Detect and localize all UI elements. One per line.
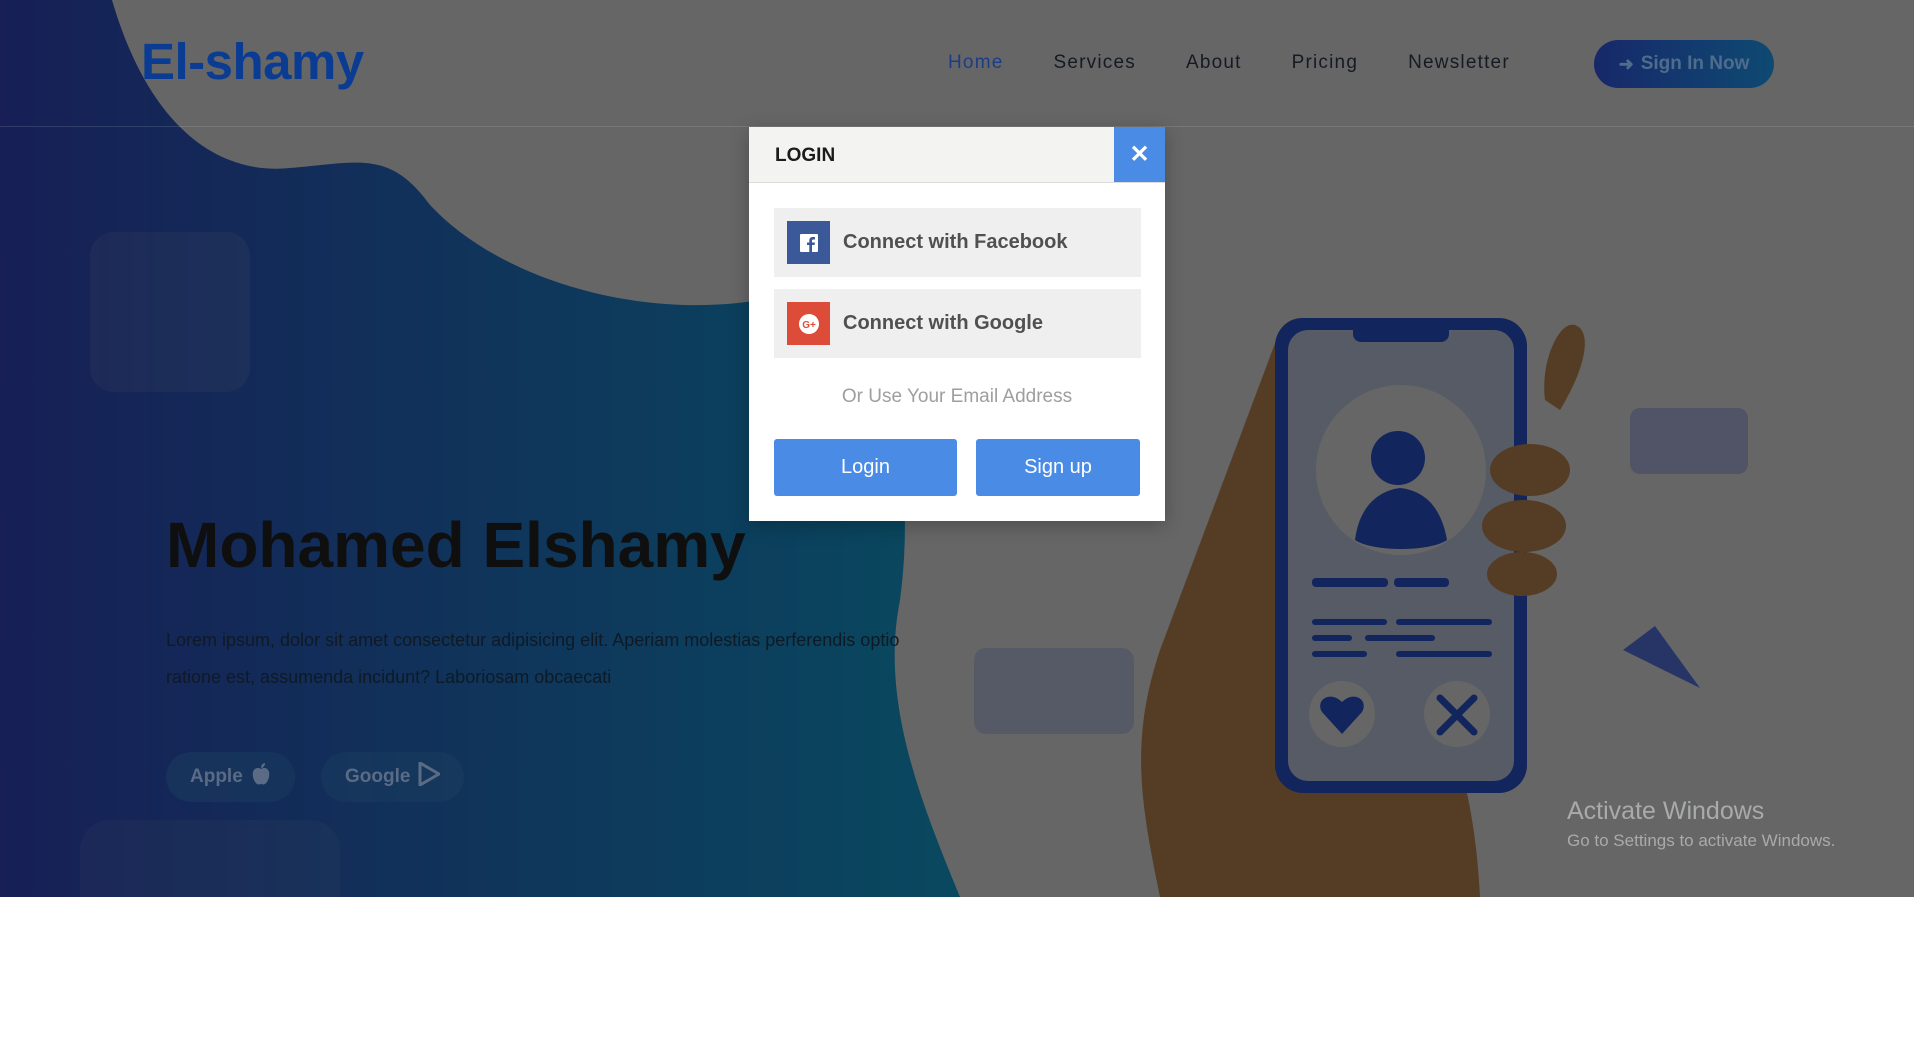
close-icon: ✕ xyxy=(1129,141,1150,168)
sign-in-icon: ➜ xyxy=(1618,53,1634,74)
signup-button[interactable]: Sign up xyxy=(976,439,1140,496)
nav-about-link[interactable]: About xyxy=(1186,52,1242,74)
sign-in-button[interactable]: ➜ Sign In Now xyxy=(1594,40,1774,88)
login-button[interactable]: Login xyxy=(774,439,957,496)
nav-services-link[interactable]: Services xyxy=(1053,52,1135,74)
modal-title: LOGIN xyxy=(775,145,836,166)
watermark-title: Activate Windows xyxy=(1567,797,1765,825)
nav-menu: Home Services About Pricing Newsletter xyxy=(948,52,1560,74)
modal-header: LOGIN ✕ xyxy=(749,127,1165,183)
top-navbar: El-shamy Home Services About Pricing New… xyxy=(0,0,1914,127)
email-option-text: Or Use Your Email Address xyxy=(841,386,1073,407)
svg-text:G+: G+ xyxy=(802,320,816,331)
google-play-label: Google xyxy=(345,766,411,787)
login-modal: LOGIN ✕ Connect with Facebook G+ Connect… xyxy=(749,127,1165,521)
sign-in-label: Sign In Now xyxy=(1640,53,1750,74)
nav-pricing-link[interactable]: Pricing xyxy=(1292,52,1358,74)
facebook-login-button[interactable]: Connect with Facebook xyxy=(774,208,1141,277)
apple-store-label: Apple xyxy=(190,766,243,787)
site-logo[interactable]: El-shamy xyxy=(141,32,364,91)
windows-activation-watermark: Activate Windows Go to Settings to activ… xyxy=(1567,797,1835,851)
google-plus-icon: G+ xyxy=(787,302,830,345)
apple-icon xyxy=(251,763,271,791)
google-play-icon xyxy=(418,761,441,792)
nav-home-link[interactable]: Home xyxy=(948,52,1003,74)
facebook-icon xyxy=(787,221,830,264)
facebook-login-label: Connect with Facebook xyxy=(843,231,1068,253)
google-login-label: Connect with Google xyxy=(843,312,1043,334)
hero-title: Mohamed Elshamy xyxy=(166,509,746,581)
google-login-button[interactable]: G+ Connect with Google xyxy=(774,289,1141,358)
nav-newsletter-link[interactable]: Newsletter xyxy=(1408,52,1510,74)
apple-store-button[interactable]: Apple xyxy=(166,752,295,802)
modal-close-button[interactable]: ✕ xyxy=(1114,127,1165,182)
google-play-button[interactable]: Google xyxy=(321,752,465,802)
hero-description: Lorem ipsum, dolor sit amet consectetur … xyxy=(166,630,900,687)
watermark-subtitle: Go to Settings to activate Windows. xyxy=(1567,831,1836,850)
